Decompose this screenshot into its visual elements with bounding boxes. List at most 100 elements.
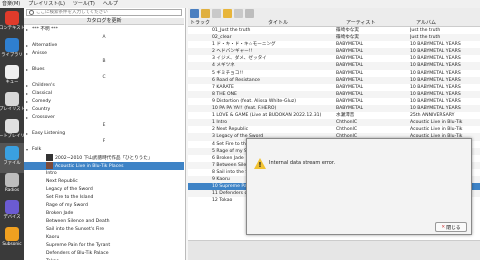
tree-item[interactable]: ▸ Classical bbox=[24, 90, 184, 98]
table-row[interactable]: 4 メギツネ BABYMETAL 10 BABYMETAL YEARS bbox=[188, 62, 480, 70]
sidebar-item[interactable]: プレイリスト bbox=[0, 89, 25, 119]
tree-track[interactable]: Legacy of the Sword bbox=[24, 186, 184, 194]
sidebar-item[interactable]: ライブラリ bbox=[0, 35, 24, 65]
tree-track[interactable]: Between Silence and Death bbox=[24, 218, 184, 226]
cell-album: 10 BABYMETAL YEARS bbox=[410, 42, 461, 48]
sidebar-item[interactable]: スマートプレイリスト bbox=[0, 116, 33, 146]
table-row[interactable]: 1 ド・キ・ド・キ☆モーニング BABYMETAL 10 BABYMETAL YEA… bbox=[188, 41, 480, 48]
tree-track[interactable]: Kaoru bbox=[24, 234, 184, 242]
column-title[interactable]: タイトル bbox=[268, 19, 288, 27]
sidebar-item[interactable]: Radios bbox=[0, 170, 24, 200]
search-box[interactable] bbox=[26, 9, 182, 16]
radios-icon bbox=[5, 173, 19, 187]
column-track[interactable]: トラック bbox=[190, 19, 210, 27]
table-row[interactable]: 3 イジメ、ダメ、ゼッタイ BABYMETAL 10 BABYMETAL YEARS bbox=[188, 55, 480, 62]
smart-playlists-icon bbox=[5, 119, 19, 133]
column-album[interactable]: アルバム bbox=[416, 19, 436, 27]
table-row[interactable]: 8 THE ONE BABYMETAL 10 BABYMETAL YEARS bbox=[188, 90, 480, 98]
tree-track[interactable]: Sail into the Sunset's Fire bbox=[24, 226, 184, 234]
tree-item[interactable]: ▸ Anisse bbox=[24, 50, 184, 58]
expand-right-icon[interactable]: ▸ bbox=[26, 106, 28, 114]
cell-artist: ChthonIC bbox=[336, 120, 358, 126]
table-row[interactable]: 6 Road of Resistance BABYMETAL 10 BABYMETA… bbox=[188, 76, 480, 84]
tree-track[interactable]: Next Republic bbox=[24, 178, 184, 186]
refresh-catalog-header[interactable]: カタログを更新 bbox=[24, 18, 184, 25]
close-button[interactable]: ✕ 閉じる bbox=[435, 222, 467, 232]
tree-item[interactable]: ▸ *** 不明 *** bbox=[24, 26, 184, 34]
sidebar: コンテキストライブラリキュープレイリストスマートプレイリストファイル Radios… bbox=[0, 8, 33, 260]
tree-label: Kaoru bbox=[46, 235, 60, 240]
redo-icon[interactable] bbox=[234, 9, 243, 18]
table-row[interactable]: 9 Distortion (feat. Alissa White-Gluz) BA… bbox=[188, 98, 480, 105]
tree-track[interactable]: Broken Jade bbox=[24, 210, 184, 218]
letter-divider: E bbox=[24, 122, 184, 130]
tree-item[interactable]: 2002~2010 下山武徳時代作品「ひとりうた」 bbox=[24, 154, 184, 162]
tree-track[interactable]: Rage of my Sword bbox=[24, 202, 184, 210]
search-input[interactable] bbox=[36, 9, 176, 16]
sidebar-item[interactable]: キュー bbox=[0, 62, 24, 92]
tree-item[interactable]: ▸ Easy Listening bbox=[24, 130, 184, 138]
tree-track[interactable]: Defenders of Blu-Tik Palace bbox=[24, 250, 184, 258]
expand-down-icon[interactable]: ▾ bbox=[26, 146, 28, 154]
save-icon[interactable] bbox=[190, 9, 199, 18]
menu-item[interactable]: ツール(T) bbox=[73, 0, 95, 8]
undo-icon[interactable] bbox=[212, 9, 221, 18]
error-dialog: ! Internal data stream error. ✕ 閉じる bbox=[246, 138, 472, 235]
tree-item[interactable]: ▸ Blues bbox=[24, 66, 184, 74]
table-row[interactable]: 2 ヘドバンギャー!! BABYMETAL 10 BABYMETAL YEARS bbox=[188, 48, 480, 56]
column-artist[interactable]: アーティスト bbox=[346, 19, 375, 27]
cell-title: 1 ド・キ・ド・キ☆モーニング bbox=[212, 42, 276, 48]
tree-track[interactable]: Supreme Pain for the Tyrant bbox=[24, 242, 184, 250]
expand-right-icon[interactable]: ▸ bbox=[26, 42, 28, 50]
folder-icon[interactable] bbox=[223, 9, 232, 18]
menu-item[interactable]: ヘルプ bbox=[103, 0, 118, 8]
expand-right-icon[interactable]: ▸ bbox=[26, 114, 28, 122]
sidebar-item[interactable]: コンテキスト bbox=[0, 8, 25, 38]
table-row[interactable]: 10 PA PA YA!! (feat. F.HERO) BABYMETAL 10 … bbox=[188, 105, 480, 113]
tree-item[interactable]: Acoustic Live in Blu-Tik Places bbox=[24, 162, 184, 170]
expand-right-icon[interactable]: ▸ bbox=[26, 90, 28, 98]
sidebar-item[interactable]: Subsonic bbox=[0, 224, 24, 254]
table-row[interactable]: 5 ギミチョコ!! BABYMETAL 10 BABYMETAL YEARS bbox=[188, 70, 480, 77]
expand-right-icon[interactable]: ▸ bbox=[26, 82, 28, 90]
cell-album: 10 BABYMETAL YEARS bbox=[410, 98, 461, 104]
table-row[interactable]: 7 KARATE BABYMETAL 10 BABYMETAL YEARS bbox=[188, 84, 480, 91]
tree-item[interactable]: ▸ Comedy bbox=[24, 98, 184, 106]
playlists-icon bbox=[5, 92, 19, 106]
tree-label: Intro bbox=[46, 171, 57, 176]
clear-icon[interactable] bbox=[201, 9, 210, 18]
sidebar-item[interactable]: デバイス bbox=[0, 197, 24, 227]
tree-label: Classical bbox=[32, 91, 52, 96]
menu-item[interactable]: 音楽(M) bbox=[2, 0, 20, 8]
cell-artist: 篠崎ゆな実 bbox=[336, 28, 359, 33]
tree-label: Set Fire to the Island bbox=[46, 195, 94, 200]
tree-item[interactable]: ▸ Children's bbox=[24, 82, 184, 90]
tree-label: Between Silence and Death bbox=[46, 219, 110, 224]
error-message: Internal data stream error. bbox=[269, 160, 336, 166]
table-row[interactable]: 1 LOVE & GAME (Live at BUDOKAN 2022.12.3… bbox=[188, 112, 480, 119]
table-row[interactable]: 1 Intro ChthonIC Acoustic Live in Blu-Tik bbox=[188, 119, 480, 127]
search-playlist-icon[interactable] bbox=[245, 9, 254, 18]
expand-right-icon[interactable]: ▸ bbox=[26, 26, 28, 34]
tree-item[interactable]: ▸ Alternative bbox=[24, 42, 184, 50]
devices-icon bbox=[5, 200, 19, 214]
tree-item[interactable]: ▸ Crossover bbox=[24, 114, 184, 122]
expand-right-icon[interactable]: ▸ bbox=[26, 66, 28, 74]
tree-label: B bbox=[102, 59, 106, 64]
tree-item[interactable]: ▾ Folk bbox=[24, 146, 184, 154]
table-row[interactable]: 2 Next Republic ChthonIC Acoustic Live in … bbox=[188, 126, 480, 133]
tree-track[interactable]: Intro bbox=[24, 170, 184, 178]
expand-right-icon[interactable]: ▸ bbox=[26, 98, 28, 106]
expand-right-icon[interactable]: ▸ bbox=[26, 50, 28, 58]
tree-track[interactable]: Set Fire to the Island bbox=[24, 194, 184, 202]
cell-album: Just the truth bbox=[410, 28, 441, 33]
table-row[interactable]: 02_clear 篠崎ゆな実 Just the truth bbox=[188, 34, 480, 42]
tree-item[interactable]: ▸ Country bbox=[24, 106, 184, 114]
menu-item[interactable]: プレイリスト(L) bbox=[28, 0, 65, 8]
tree-label: Legacy of the Sword bbox=[46, 187, 93, 192]
sidebar-item[interactable]: ファイル bbox=[0, 143, 24, 173]
tree-label: Comedy bbox=[32, 99, 51, 104]
expand-right-icon[interactable]: ▸ bbox=[26, 130, 28, 138]
table-row[interactable]: 01_Just the truth 篠崎ゆな実 Just the truth bbox=[188, 27, 480, 34]
tree-label: Rage of my Sword bbox=[46, 203, 88, 208]
